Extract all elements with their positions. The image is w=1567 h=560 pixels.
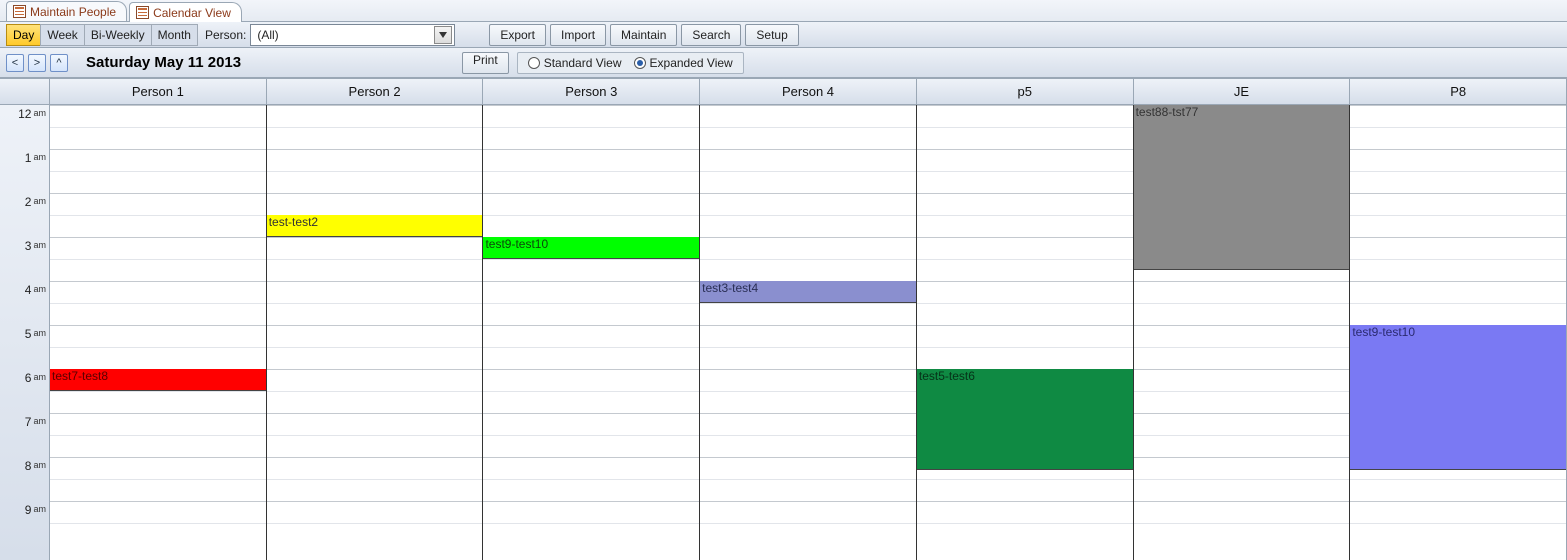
hour-label: 2am [2,195,48,209]
radio-icon [634,57,646,69]
calendar-event[interactable]: test7-test8 [50,369,266,391]
calendar-event[interactable]: test3-test4 [700,281,916,303]
time-gutter: 12am 1am 2am 3am 4am 5am 6am 7am 8am 9am [0,105,50,560]
document-tabs: Maintain People Calendar View [0,0,1567,22]
maintain-button[interactable]: Maintain [610,24,677,46]
toolbar-row-2: < > ^ Saturday May 11 2013 Print Standar… [0,48,1567,78]
calendar-columns: test7-test8 test-test2 test9-test10 test… [50,105,1567,560]
calendar-event[interactable]: test88-tst77 [1134,105,1350,270]
column-header: p5 [917,79,1134,104]
expanded-view-radio[interactable]: Expanded View [634,56,733,70]
chevron-down-icon [434,26,452,44]
column-header: Person 4 [700,79,917,104]
hour-label: 12am [2,107,48,121]
calendar-column[interactable]: test-test2 [267,105,484,560]
hour-label: 9am [2,503,48,517]
date-title: Saturday May 11 2013 [86,54,241,71]
calendar-column[interactable]: test9-test10 [1350,105,1567,560]
form-icon [13,5,26,18]
calendar-event[interactable]: test5-test6 [917,369,1133,470]
radio-label: Expanded View [650,56,733,70]
toolbar-row-1: Day Week Bi-Weekly Month Person: (All) E… [0,22,1567,48]
radio-label: Standard View [544,56,622,70]
tab-calendar-view[interactable]: Calendar View [129,2,242,22]
standard-view-radio[interactable]: Standard View [528,56,622,70]
column-header: P8 [1350,79,1567,104]
hour-label: 1am [2,151,48,165]
tab-label: Maintain People [30,5,116,19]
calendar-column[interactable]: test5-test6 [917,105,1134,560]
hour-label: 7am [2,415,48,429]
range-biweekly-button[interactable]: Bi-Weekly [84,24,152,46]
export-button[interactable]: Export [489,24,546,46]
up-button[interactable]: ^ [50,54,68,72]
form-icon [136,6,149,19]
time-gutter-header [0,79,50,104]
calendar-column[interactable]: test9-test10 [483,105,700,560]
person-select[interactable]: (All) [250,24,455,46]
calendar-header-row: Person 1 Person 2 Person 3 Person 4 p5 J… [0,79,1567,105]
column-header: JE [1134,79,1351,104]
print-button[interactable]: Print [462,52,509,74]
person-select-value: (All) [257,28,278,42]
hour-label: 5am [2,327,48,341]
tab-maintain-people[interactable]: Maintain People [6,1,127,21]
column-header: Person 1 [50,79,267,104]
range-day-button[interactable]: Day [6,24,41,46]
calendar-body: 12am 1am 2am 3am 4am 5am 6am 7am 8am 9am test7-te… [0,105,1567,560]
calendar-event[interactable]: test9-test10 [1350,325,1566,470]
calendar-event[interactable]: test9-test10 [483,237,699,259]
prev-button[interactable]: < [6,54,24,72]
hour-label: 4am [2,283,48,297]
radio-icon [528,57,540,69]
calendar: Person 1 Person 2 Person 3 Person 4 p5 J… [0,78,1567,560]
column-header: Person 3 [483,79,700,104]
column-header: Person 2 [267,79,484,104]
view-mode-group: Standard View Expanded View [517,52,744,74]
search-button[interactable]: Search [681,24,741,46]
person-label: Person: [201,28,250,42]
hour-label: 3am [2,239,48,253]
calendar-event[interactable]: test-test2 [267,215,483,237]
tab-label: Calendar View [153,6,231,20]
calendar-column[interactable]: test88-tst77 [1134,105,1351,560]
next-button[interactable]: > [28,54,46,72]
import-button[interactable]: Import [550,24,606,46]
setup-button[interactable]: Setup [745,24,798,46]
range-week-button[interactable]: Week [40,24,84,46]
calendar-column[interactable]: test7-test8 [50,105,267,560]
hour-label: 6am [2,371,48,385]
hour-label: 8am [2,459,48,473]
range-month-button[interactable]: Month [151,24,198,46]
calendar-column[interactable]: test3-test4 [700,105,917,560]
